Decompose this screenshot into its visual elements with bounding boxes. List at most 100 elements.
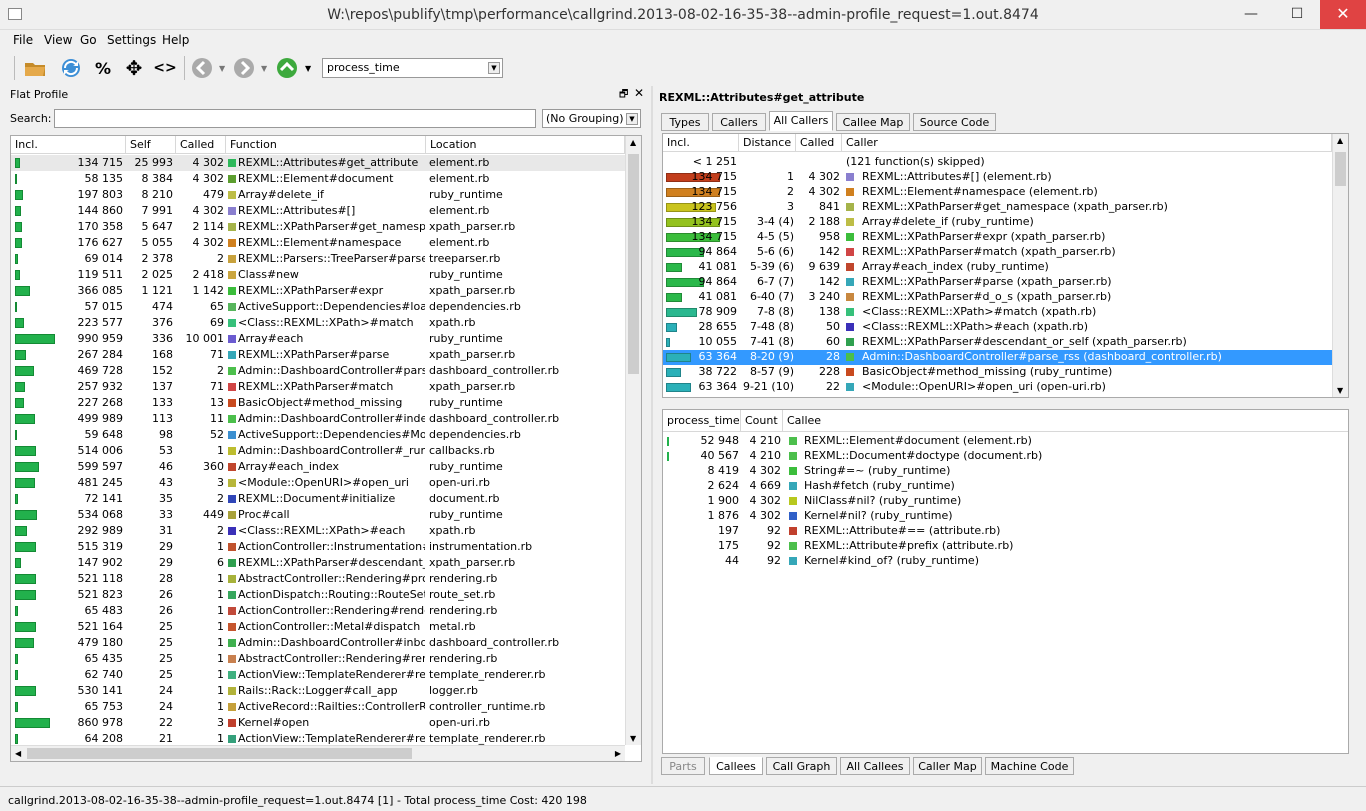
maximize-button[interactable]: ☐ <box>1274 0 1320 29</box>
col-self[interactable]: Self <box>126 136 176 154</box>
close-button[interactable]: ✕ <box>1320 0 1366 29</box>
table-row[interactable]: 292 989 31 2 <Class::REXML::XPath>#each xpat… <box>11 523 625 539</box>
callee-row[interactable]: 2 624 4 669 Hash#fetch (ruby_runtime) <box>663 479 1348 494</box>
table-row[interactable]: 530 141 24 1 Rails::Rack::Logger#call_app lo… <box>11 683 625 699</box>
menu-help[interactable]: Help <box>162 33 189 47</box>
table-row[interactable]: 170 358 5 647 2 114 REXML::XPathParser#get_… <box>11 219 625 235</box>
vertical-scrollbar[interactable]: ▲ ▼ <box>1332 134 1348 397</box>
scroll-thumb[interactable] <box>1335 152 1346 186</box>
open-folder-icon[interactable] <box>21 55 49 81</box>
table-row[interactable]: 267 284 168 71 REXML::XPathParser#parse xpat… <box>11 347 625 363</box>
table-row[interactable]: 366 085 1 121 1 142 REXML::XPathParser#expr… <box>11 283 625 299</box>
bottom-tab-caller-map[interactable]: Caller Map <box>913 757 982 775</box>
caller-row[interactable]: 134 715 2 4 302 REXML::Element#namespace (e… <box>663 185 1332 200</box>
menu-file[interactable]: File <box>13 33 33 47</box>
callee-row[interactable]: 197 92 REXML::Attribute#== (attribute.rb) <box>663 524 1348 539</box>
table-row[interactable]: 514 006 53 1 Admin::DashboardController#_ru… <box>11 443 625 459</box>
caller-row[interactable]: 134 715 1 4 302 REXML::Attributes#[] (eleme… <box>663 170 1332 185</box>
scroll-thumb[interactable] <box>628 154 639 374</box>
table-row[interactable]: 521 823 26 1 ActionDispatch::Routing::Route… <box>11 587 625 603</box>
reload-icon[interactable] <box>57 55 85 81</box>
bottom-tab-call-graph[interactable]: Call Graph <box>766 757 837 775</box>
menu-view[interactable]: View <box>44 33 72 47</box>
col-function[interactable]: Function <box>226 136 426 154</box>
callee-row[interactable]: 175 92 REXML::Attribute#prefix (attribute.… <box>663 539 1348 554</box>
caller-row[interactable]: 10 055 7-41 (8) 60 REXML::XPathParser#desce… <box>663 335 1332 350</box>
table-row[interactable]: 59 648 98 52 ActiveSupport::Dependencies#Mo… <box>11 427 625 443</box>
tab-callers[interactable]: Callers <box>712 113 766 131</box>
scroll-down-icon[interactable]: ▼ <box>1337 386 1343 395</box>
col-callee[interactable]: Callee <box>783 410 1348 432</box>
caller-row[interactable]: 38 722 8-57 (9) 228 BasicObject#method_miss… <box>663 365 1332 380</box>
scroll-up-icon[interactable]: ▲ <box>630 138 636 147</box>
float-icon[interactable]: 🗗 <box>619 87 628 104</box>
percentage-icon[interactable]: % <box>89 55 117 81</box>
caller-row[interactable]: 41 081 6-40 (7) 3 240 REXML::XPathParser#d_… <box>663 290 1332 305</box>
minimize-button[interactable]: — <box>1228 0 1274 29</box>
caller-row[interactable]: 94 864 5-6 (6) 142 REXML::XPathParser#match… <box>663 245 1332 260</box>
table-row[interactable]: 69 014 2 378 2 REXML::Parsers::TreeParser#p… <box>11 251 625 267</box>
col-process-time[interactable]: process_time <box>663 410 741 432</box>
table-row[interactable]: 197 803 8 210 479 Array#delete_if ruby_runti… <box>11 187 625 203</box>
vertical-scrollbar[interactable]: ▲ ▼ <box>625 136 641 745</box>
caller-row[interactable]: 94 864 6-7 (7) 142 REXML::XPathParser#parse… <box>663 275 1332 290</box>
expand-icon[interactable]: <> <box>151 55 179 81</box>
callee-row[interactable]: 52 948 4 210 REXML::Element#document (elem… <box>663 434 1348 449</box>
col-distance[interactable]: Distance <box>739 134 796 152</box>
tab-types[interactable]: Types <box>661 113 709 131</box>
table-row[interactable]: 58 135 8 384 4 302 REXML::Element#document e… <box>11 171 625 187</box>
up-dropdown-icon[interactable]: ▼ <box>305 64 311 73</box>
col-count[interactable]: Count <box>741 410 783 432</box>
table-row[interactable]: 479 180 25 1 Admin::DashboardController#inb… <box>11 635 625 651</box>
table-row[interactable]: 62 740 25 1 ActionView::TemplateRenderer#re… <box>11 667 625 683</box>
caller-row[interactable]: 78 909 7-8 (8) 138 <Class::REXML::XPath>#ma… <box>663 305 1332 320</box>
table-row[interactable]: 72 141 35 2 REXML::Document#initialize docum… <box>11 491 625 507</box>
caller-row[interactable]: 63 364 9-21 (10) 22 <Module::OpenURI>#open_… <box>663 380 1332 395</box>
caller-row[interactable]: < 1 251 (121 function(s) skipped) <box>663 155 1332 170</box>
callee-row[interactable]: 8 419 4 302 String#=~ (ruby_runtime) <box>663 464 1348 479</box>
up-icon[interactable] <box>273 55 301 81</box>
table-row[interactable]: 469 728 152 2 Admin::DashboardController#pa… <box>11 363 625 379</box>
splitter[interactable] <box>651 86 653 784</box>
forward-icon[interactable] <box>230 55 258 81</box>
back-dropdown-icon[interactable]: ▼ <box>219 64 225 73</box>
caller-row[interactable]: 41 081 5-39 (6) 9 639 Array#each_index (rub… <box>663 260 1332 275</box>
table-row[interactable]: 119 511 2 025 2 418 Class#new ruby_runtime <box>11 267 625 283</box>
scroll-up-icon[interactable]: ▲ <box>1337 136 1343 145</box>
grouping-select[interactable]: (No Grouping) ▼ <box>542 109 641 128</box>
caller-row[interactable]: 134 715 3-4 (4) 2 188 Array#delete_if (ruby… <box>663 215 1332 230</box>
table-row[interactable]: 223 577 376 69 <Class::REXML::XPath>#match x… <box>11 315 625 331</box>
callee-row[interactable]: 40 567 4 210 REXML::Document#doctype (docu… <box>663 449 1348 464</box>
tab-all-callers[interactable]: All Callers <box>769 111 833 131</box>
table-row[interactable]: 65 753 24 1 ActiveRecord::Railties::Control… <box>11 699 625 715</box>
table-row[interactable]: 257 932 137 71 REXML::XPathParser#match xpat… <box>11 379 625 395</box>
col-caller[interactable]: Caller <box>842 134 1332 152</box>
scroll-right-icon[interactable]: ▶ <box>615 749 621 758</box>
col-called[interactable]: Called <box>176 136 226 154</box>
table-row[interactable]: 499 989 113 11 Admin::DashboardController#i… <box>11 411 625 427</box>
table-row[interactable]: 521 118 28 1 AbstractController::Rendering#… <box>11 571 625 587</box>
scroll-left-icon[interactable]: ◀ <box>15 749 21 758</box>
caller-row[interactable]: 123 756 3 841 REXML::XPathParser#get_namesp… <box>663 200 1332 215</box>
caller-row[interactable]: 134 715 4-5 (5) 958 REXML::XPathParser#expr… <box>663 230 1332 245</box>
table-row[interactable]: 57 015 474 65 ActiveSupport::Dependencies#l… <box>11 299 625 315</box>
search-input[interactable] <box>54 109 536 128</box>
scroll-thumb[interactable] <box>27 748 412 759</box>
close-pane-icon[interactable]: ✕ <box>634 86 644 100</box>
table-row[interactable]: 64 208 21 1 ActionView::TemplateRenderer#re… <box>11 731 625 745</box>
caller-row[interactable]: 28 655 7-48 (8) 50 <Class::REXML::XPath>#ea… <box>663 320 1332 335</box>
table-row[interactable]: 65 435 25 1 AbstractController::Rendering#r… <box>11 651 625 667</box>
event-type-combo[interactable]: process_time ▼ <box>322 58 503 78</box>
move-arrows-icon[interactable]: ✥ <box>120 55 148 81</box>
table-row[interactable]: 990 959 336 10 001 Array#each ruby_runtime <box>11 331 625 347</box>
table-row[interactable]: 481 245 43 3 <Module::OpenURI>#open_uri open… <box>11 475 625 491</box>
tab-callee-map[interactable]: Callee Map <box>836 113 910 131</box>
caller-row[interactable]: 63 364 8-20 (9) 28 Admin::DashboardControll… <box>663 350 1332 365</box>
tab-source-code[interactable]: Source Code <box>913 113 996 131</box>
table-row[interactable]: 144 860 7 991 4 302 REXML::Attributes#[] ele… <box>11 203 625 219</box>
scroll-down-icon[interactable]: ▼ <box>630 734 636 743</box>
table-row[interactable]: 227 268 133 13 BasicObject#method_missing ru… <box>11 395 625 411</box>
table-row[interactable]: 521 164 25 1 ActionController::Metal#dispat… <box>11 619 625 635</box>
back-icon[interactable] <box>188 55 216 81</box>
col-incl[interactable]: Incl. <box>663 134 739 152</box>
